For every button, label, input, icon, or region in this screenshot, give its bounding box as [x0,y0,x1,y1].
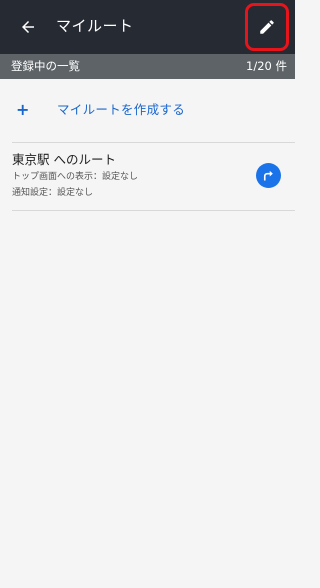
arrow-left-icon [22,21,34,33]
list-item[interactable]: 東京駅 へのルート トップ画面への表示：設定なし 通知設定：設定なし [0,143,295,210]
app-bar: マイルート [0,0,295,54]
pencil-icon [260,20,274,34]
edit-button[interactable] [245,3,289,51]
divider [12,210,295,211]
back-button[interactable] [14,13,42,41]
route-name: 東京駅 へのルート [12,152,116,167]
turn-right-icon [263,170,273,181]
page-title: マイルート [56,17,134,35]
list-subheader: 登録中の一覧 1/20 件 [0,54,295,79]
registered-list-label: 登録中の一覧 [11,59,80,73]
route-count: 1/20 件 [246,59,287,73]
route-search-button[interactable] [256,163,281,188]
create-route-button[interactable]: + マイルートを作成する [0,79,295,142]
plus-icon: + [16,100,30,119]
top-display-setting: トップ画面への表示：設定なし [12,172,139,182]
create-route-label: マイルートを作成する [57,102,186,117]
notification-setting: 通知設定：設定なし [12,188,94,198]
